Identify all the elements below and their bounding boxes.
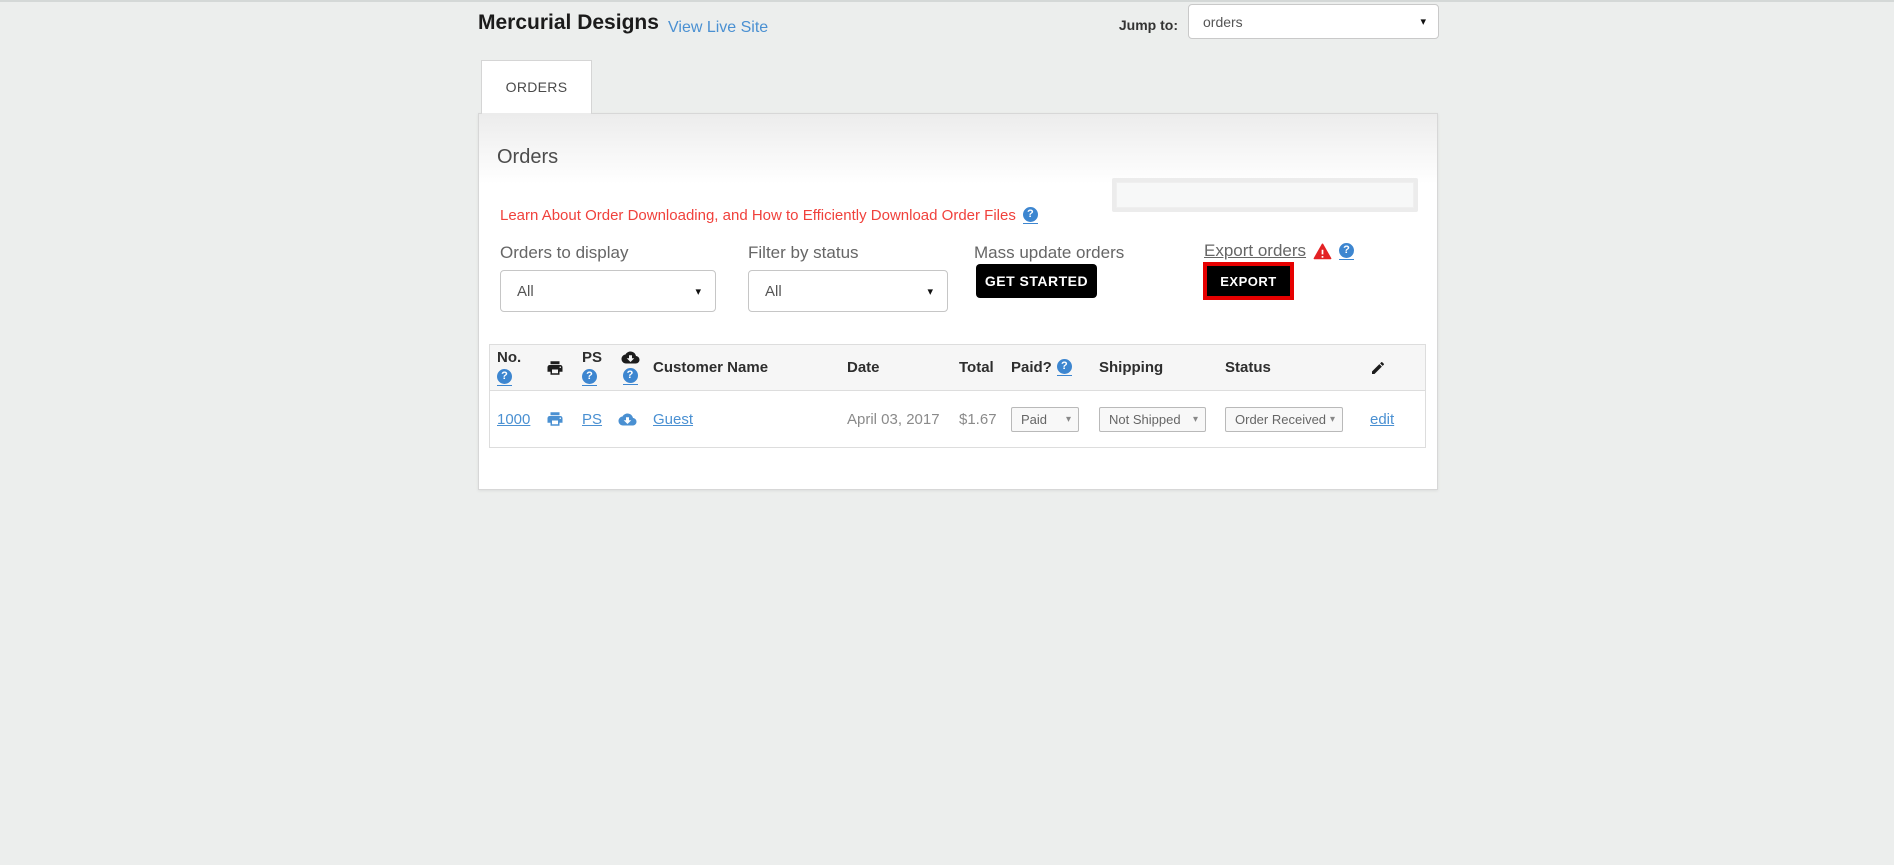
orders-table-header-row: No. ? PS ? ? Customer Name Date Total Pa… xyxy=(490,345,1425,391)
help-icon: ? xyxy=(1339,242,1355,258)
panel-search-box[interactable] xyxy=(1112,178,1418,212)
orders-table: No. ? PS ? ? Customer Name Date Total Pa… xyxy=(489,344,1426,448)
col-header-edit xyxy=(1370,360,1425,376)
shipping-selected-value: Not Shipped xyxy=(1109,411,1181,427)
paid-help-icon-link[interactable]: ? xyxy=(1056,359,1072,376)
export-button-label: EXPORT xyxy=(1220,273,1277,289)
order-no-link[interactable]: 1000 xyxy=(497,411,530,428)
col-header-date: Date xyxy=(847,359,880,376)
paid-select[interactable]: Paid ▾ xyxy=(1011,406,1079,432)
export-orders-help-icon-link[interactable]: ? xyxy=(1339,242,1355,260)
col-header-shipping: Shipping xyxy=(1099,359,1164,376)
get-started-button-label: GET STARTED xyxy=(984,273,1089,289)
paid-selected-value: Paid xyxy=(1021,411,1048,427)
order-shipping-cell: Not Shipped ▾ xyxy=(1099,406,1225,432)
chevron-down-icon: ▾ xyxy=(1065,413,1071,425)
tab-seam xyxy=(482,113,591,114)
order-paid-cell: Paid ▾ xyxy=(1011,406,1099,432)
col-header-ps: PS ? xyxy=(582,349,618,386)
orders-to-display-select[interactable]: All ▾ xyxy=(500,270,716,312)
status-select[interactable]: Order Received ▾ xyxy=(1225,406,1343,432)
help-icon: ? xyxy=(1022,207,1038,222)
order-downloading-help-link[interactable]: Learn About Order Downloading, and How t… xyxy=(500,207,1016,224)
chevron-down-icon: ▾ xyxy=(1420,16,1426,28)
col-header-no: No. ? xyxy=(497,349,546,386)
customer-link[interactable]: Guest xyxy=(653,411,693,428)
panel-search-input[interactable] xyxy=(1116,182,1414,208)
status-selected-value: Order Received xyxy=(1235,411,1327,427)
panel-header-gradient xyxy=(479,114,1437,184)
printer-icon[interactable] xyxy=(546,410,564,428)
order-status-cell: Order Received ▾ xyxy=(1225,406,1370,432)
help-icon: ? xyxy=(497,369,512,384)
jump-to-label: Jump to: xyxy=(1118,17,1178,33)
order-downloading-help-icon-link[interactable]: ? xyxy=(1022,207,1038,224)
order-no-cell: 1000 xyxy=(497,411,546,428)
filter-by-status-value: All xyxy=(765,282,782,300)
shipping-select[interactable]: Not Shipped ▾ xyxy=(1099,406,1206,432)
export-orders-label-row: Export orders ? xyxy=(1204,241,1355,261)
tab-orders[interactable]: ORDERS xyxy=(481,60,592,113)
export-orders-link[interactable]: Export orders xyxy=(1204,241,1306,261)
pencil-icon xyxy=(1370,360,1386,376)
order-ps-cell: PS xyxy=(582,411,618,428)
order-print-cell xyxy=(546,410,582,428)
order-edit-cell: edit xyxy=(1370,411,1425,428)
orders-to-display-label: Orders to display xyxy=(500,243,629,262)
chevron-down-icon: ▾ xyxy=(1329,413,1335,425)
tab-orders-label: ORDERS xyxy=(505,79,568,95)
jump-to-selected-value: orders xyxy=(1203,13,1243,30)
page-title: Orders xyxy=(497,146,559,168)
chevron-down-icon: ▾ xyxy=(1192,413,1198,425)
col-header-customer: Customer Name xyxy=(653,359,769,376)
col-header-status: Status xyxy=(1225,359,1271,376)
mass-update-orders-label: Mass update orders xyxy=(974,243,1125,262)
help-icon: ? xyxy=(582,369,597,384)
edit-order-link[interactable]: edit xyxy=(1370,411,1394,428)
top-divider xyxy=(0,0,1894,2)
view-live-site-link[interactable]: View Live Site xyxy=(668,19,768,37)
order-row: 1000 PS Guest April 03, 2017 $1.67 Paid … xyxy=(490,391,1425,447)
cloud-download-icon xyxy=(621,350,640,365)
order-customer-cell: Guest xyxy=(653,411,847,428)
help-icon: ? xyxy=(622,368,638,383)
filter-by-status-select[interactable]: All ▾ xyxy=(748,270,948,312)
order-total: $1.67 xyxy=(959,410,997,428)
export-button[interactable]: EXPORT xyxy=(1203,262,1294,300)
cloud-download-icon[interactable] xyxy=(618,412,637,427)
get-started-button[interactable]: GET STARTED xyxy=(976,264,1097,298)
download-help-icon-link[interactable]: ? xyxy=(622,368,638,385)
order-no-help-icon-link[interactable]: ? xyxy=(497,369,512,386)
help-icon: ? xyxy=(1056,359,1072,374)
col-header-total: Total xyxy=(959,359,994,376)
col-header-print xyxy=(546,359,582,377)
printer-icon xyxy=(546,359,564,377)
col-header-download: ? xyxy=(618,350,642,385)
filter-by-status-label: Filter by status xyxy=(748,243,859,262)
ps-help-icon-link[interactable]: ? xyxy=(582,369,597,386)
order-download-cell xyxy=(618,412,653,427)
jump-to-select[interactable]: orders ▾ xyxy=(1188,4,1439,39)
order-downloading-help-row: Learn About Order Downloading, and How t… xyxy=(500,207,1038,224)
chevron-down-icon: ▾ xyxy=(927,285,933,298)
col-header-paid: Paid? ? xyxy=(1011,359,1099,376)
packing-slip-link[interactable]: PS xyxy=(582,411,602,428)
store-name-title: Mercurial Designs xyxy=(478,11,659,34)
chevron-down-icon: ▾ xyxy=(695,285,701,298)
warning-icon xyxy=(1313,243,1332,260)
orders-to-display-value: All xyxy=(517,282,534,300)
order-date: April 03, 2017 xyxy=(847,410,940,428)
